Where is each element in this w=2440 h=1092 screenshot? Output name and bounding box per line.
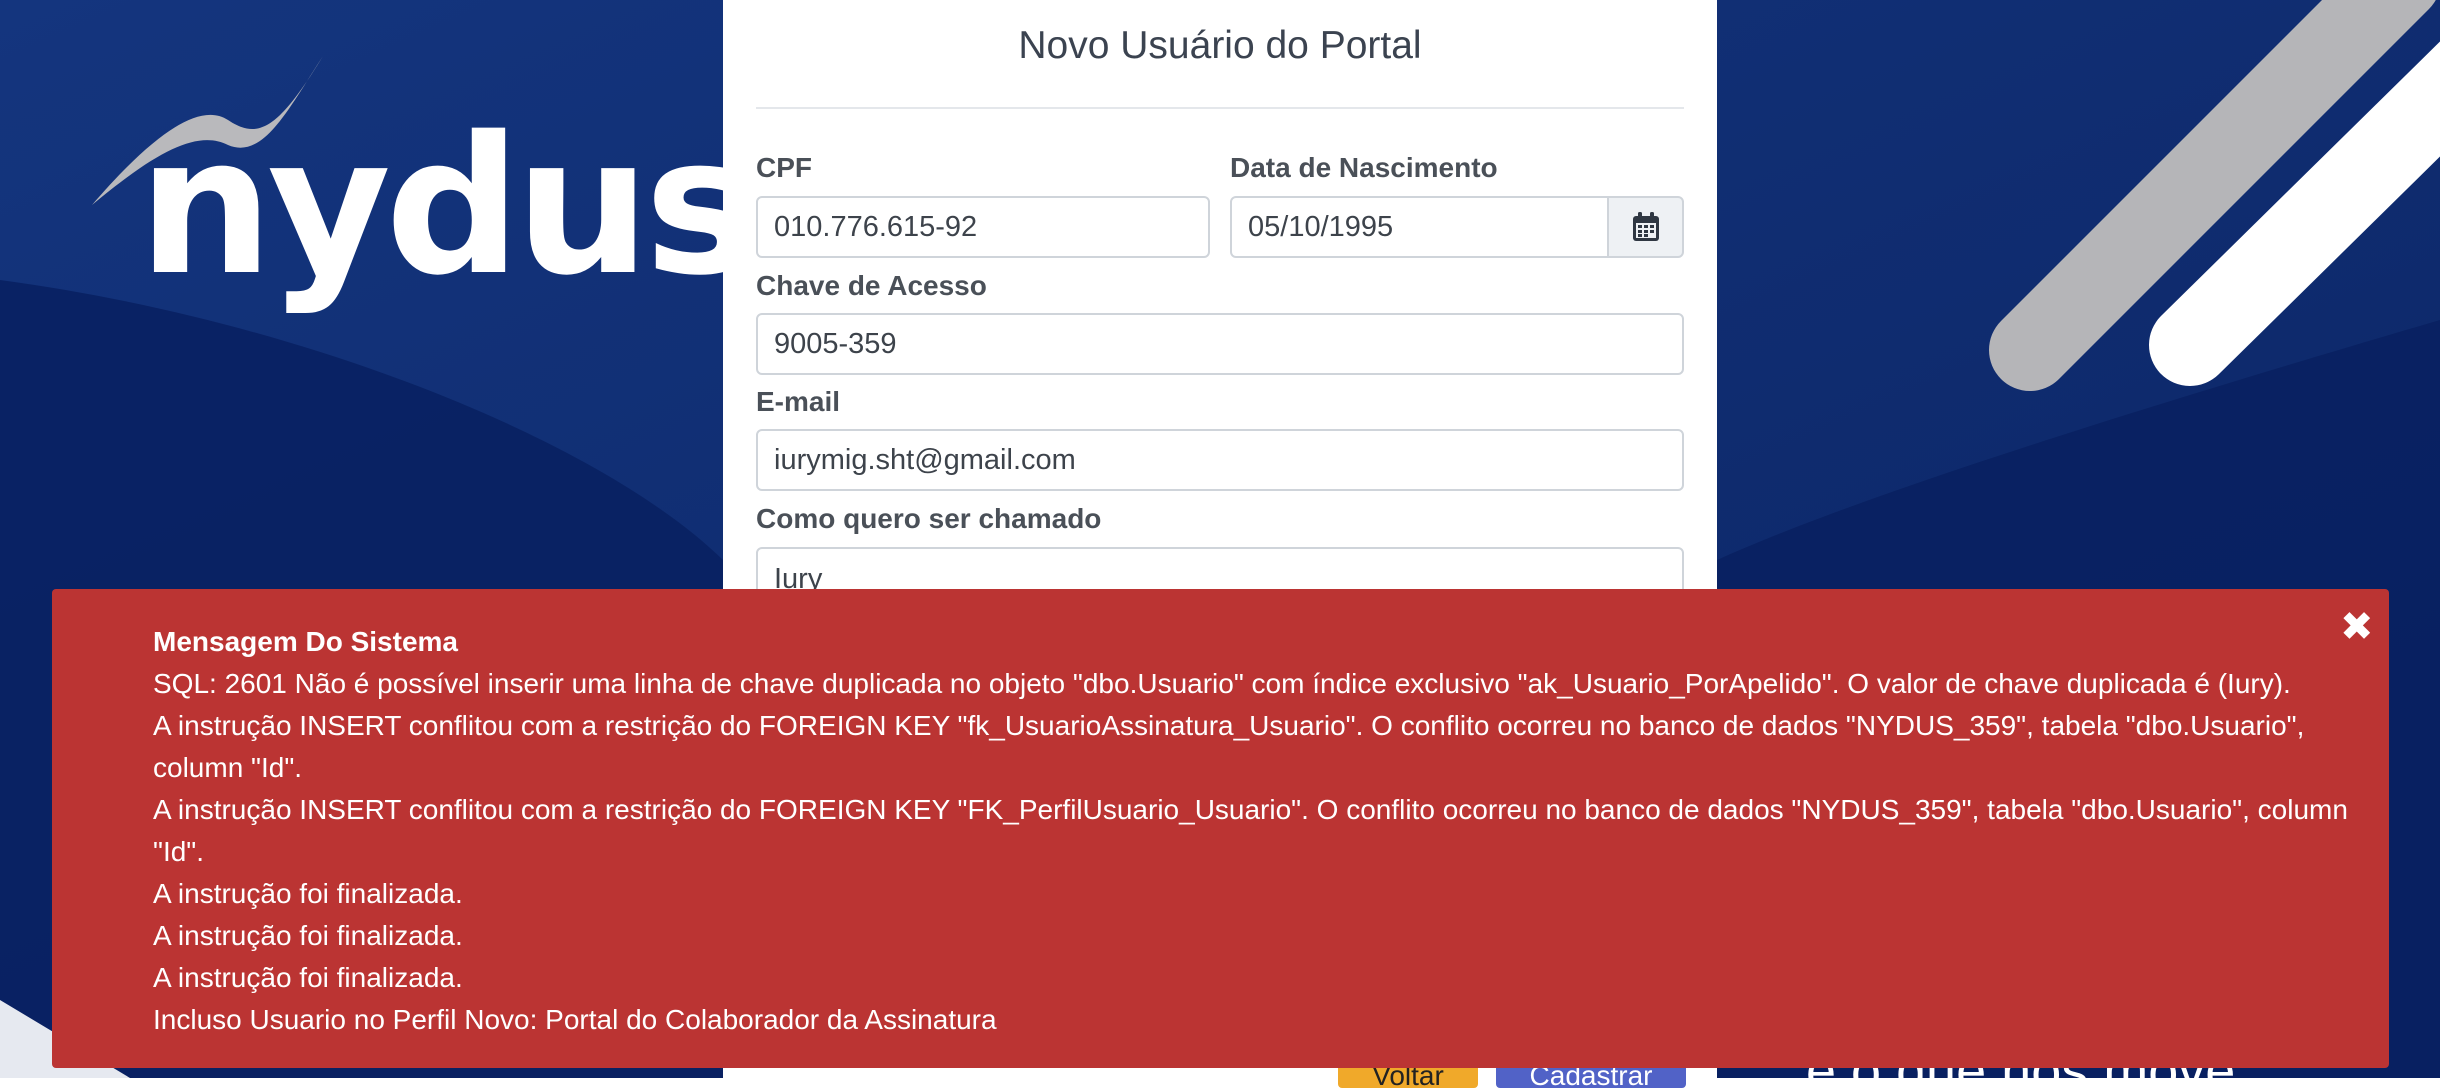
email-label: E-mail	[756, 386, 841, 417]
form-title: Novo Usuário do Portal	[1018, 24, 1422, 67]
birth-date-input[interactable]: 05/10/1995	[1230, 196, 1610, 258]
logo-text: nydus	[138, 96, 757, 317]
alert-line: A instrução foi finalizada.	[153, 920, 463, 951]
title-divider	[756, 107, 1684, 109]
alert-title: Mensagem Do Sistema	[153, 626, 458, 657]
access-key-input[interactable]: 9005-359	[756, 313, 1684, 375]
birth-date-label: Data de Nascimento	[1230, 152, 1498, 183]
alert-line: A instrução foi finalizada.	[153, 962, 463, 993]
nydus-logo: nydus	[88, 50, 757, 320]
alert-line: SQL: 2601 Não é possível inserir uma lin…	[153, 668, 2291, 699]
calendar-icon	[1632, 212, 1659, 241]
cpf-input[interactable]: 010.776.615-92	[756, 196, 1210, 258]
alert-line: A instrução INSERT conflitou com a restr…	[153, 794, 2348, 867]
cpf-label: CPF	[756, 152, 812, 183]
system-message-alert: Mensagem Do Sistema SQL: 2601 Não é poss…	[52, 589, 2389, 1068]
alert-line: A instrução foi finalizada.	[153, 878, 463, 909]
calendar-button[interactable]	[1607, 196, 1684, 258]
alert-line: Incluso Usuario no Perfil Novo: Portal d…	[153, 1004, 997, 1035]
access-key-label: Chave de Acesso	[756, 270, 987, 301]
alert-line: A instrução INSERT conflitou com a restr…	[153, 710, 2305, 783]
email-input[interactable]: iurymig.sht@gmail.com	[756, 429, 1684, 491]
nickname-label: Como quero ser chamado	[756, 503, 1102, 534]
close-icon[interactable]: ✖	[2340, 607, 2374, 647]
